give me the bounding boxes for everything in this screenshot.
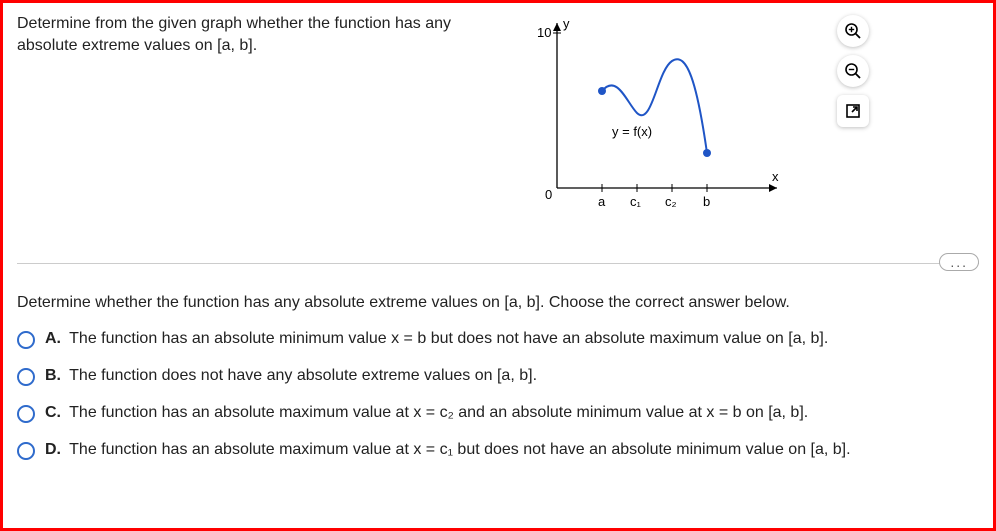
x-axis-label: x — [772, 169, 779, 184]
endpoint-b — [703, 149, 711, 157]
radio-c[interactable] — [17, 405, 35, 423]
choice-d-body: The function has an absolute maximum val… — [69, 441, 850, 458]
x-tick-a-label: a — [598, 194, 606, 209]
choice-d-text: D. The function has an absolute maximum … — [45, 441, 851, 459]
zoom-in-icon — [844, 22, 862, 40]
instruction-text: Determine whether the function has any a… — [17, 294, 979, 312]
divider — [17, 263, 979, 264]
question-text: Determine from the given graph whether t… — [17, 13, 497, 223]
choice-a: A. The function has an absolute minimum … — [17, 330, 979, 349]
zoom-in-button[interactable] — [837, 15, 869, 47]
tools-column — [837, 15, 869, 223]
x-tick-c1-label: c₁ — [630, 194, 642, 209]
graph-svg: 10 0 a c₁ c₂ b y x — [517, 13, 807, 223]
choices-list: A. The function has an absolute minimum … — [17, 330, 979, 460]
choice-b-letter: B. — [45, 367, 61, 384]
radio-d[interactable] — [17, 442, 35, 460]
popout-icon — [845, 103, 861, 119]
radio-a[interactable] — [17, 331, 35, 349]
choice-b-body: The function does not have any absolute … — [69, 367, 537, 384]
more-button[interactable]: ... — [939, 253, 979, 271]
choice-a-letter: A. — [45, 330, 61, 347]
y-axis-label: y — [563, 16, 570, 31]
choice-c-letter: C. — [45, 404, 61, 421]
choice-d-letter: D. — [45, 441, 61, 458]
choice-a-body: The function has an absolute minimum val… — [69, 330, 828, 347]
choice-b-text: B. The function does not have any absolu… — [45, 367, 537, 385]
zoom-out-icon — [844, 62, 862, 80]
radio-b[interactable] — [17, 368, 35, 386]
divider-row: ... — [17, 263, 979, 264]
x-tick-b-label: b — [703, 194, 710, 209]
curve-label: y = f(x) — [612, 124, 652, 139]
choice-d: D. The function has an absolute maximum … — [17, 441, 979, 460]
endpoint-a — [598, 87, 606, 95]
origin-label: 0 — [545, 187, 552, 202]
x-tick-c2-label: c₂ — [665, 194, 677, 209]
y-arrow — [553, 23, 561, 31]
choice-a-text: A. The function has an absolute minimum … — [45, 330, 828, 348]
choice-b: B. The function does not have any absolu… — [17, 367, 979, 386]
problem-container: Determine from the given graph whether t… — [0, 0, 996, 531]
x-arrow — [769, 184, 777, 192]
y-max-label: 10 — [537, 25, 551, 40]
top-section: Determine from the given graph whether t… — [17, 13, 979, 223]
popout-button[interactable] — [837, 95, 869, 127]
zoom-out-button[interactable] — [837, 55, 869, 87]
choice-c-body: The function has an absolute maximum val… — [69, 404, 808, 421]
choice-c-text: C. The function has an absolute maximum … — [45, 404, 808, 422]
graph-area: 10 0 a c₁ c₂ b y x — [517, 13, 807, 223]
choice-c: C. The function has an absolute maximum … — [17, 404, 979, 423]
